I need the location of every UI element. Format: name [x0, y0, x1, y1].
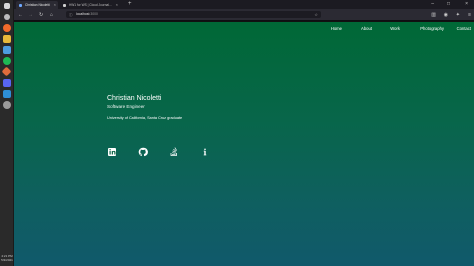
browser-tabstrip: Christian Nicoletti × HW1 for WS | Cloud… — [14, 0, 474, 9]
app-icon[interactable] — [3, 46, 11, 54]
nav-work[interactable]: Work — [390, 26, 400, 31]
forward-icon[interactable]: → — [28, 11, 33, 19]
minimize-icon[interactable]: – — [431, 0, 434, 9]
firefox-icon[interactable] — [3, 24, 11, 32]
extension-icon[interactable]: ✦ — [456, 11, 460, 19]
hero-role: Software Engineer — [107, 104, 145, 109]
new-tab-icon[interactable]: + — [128, 0, 132, 9]
maximize-icon[interactable]: □ — [447, 0, 450, 9]
tab-label: HW1 for WS | Cloud Journal... — [69, 3, 112, 7]
close-tab-icon[interactable]: × — [54, 1, 56, 9]
home-icon[interactable]: ⌂ — [50, 11, 53, 19]
url-bar[interactable]: ⓘ localhost:3000 ☆ — [66, 11, 321, 18]
tab-label: Christian Nicoletti — [25, 3, 50, 7]
library-icon[interactable]: ▥ — [431, 11, 436, 19]
nav-about[interactable]: About — [361, 26, 372, 31]
url-text[interactable]: localhost:3000 — [76, 11, 98, 18]
os-taskbar: 4:21 PM 5/3/2021 — [0, 0, 14, 266]
nav-home[interactable]: Home — [331, 26, 342, 31]
close-window-icon[interactable]: × — [465, 0, 468, 9]
settings-icon[interactable] — [3, 101, 11, 109]
hero-education: University of California, Santa Cruz gra… — [107, 116, 183, 120]
reload-icon[interactable]: ↻ — [39, 11, 43, 19]
search-icon[interactable] — [4, 14, 10, 20]
favicon-icon — [19, 3, 22, 7]
taskbar-date: 5/3/2021 — [1, 258, 13, 262]
vscode-icon[interactable] — [3, 90, 11, 98]
menu-icon[interactable]: ≡ — [468, 11, 471, 19]
nav-contact[interactable]: Contact — [457, 26, 471, 31]
close-tab-icon[interactable]: × — [116, 1, 118, 9]
github-icon[interactable] — [138, 147, 148, 157]
page-info-icon[interactable]: ⓘ — [69, 13, 73, 18]
info-icon[interactable] — [200, 147, 210, 157]
stackoverflow-icon[interactable] — [169, 147, 179, 157]
nav-photography[interactable]: Photography — [420, 26, 444, 31]
spotify-icon[interactable] — [3, 57, 11, 65]
hero-section: Christian Nicoletti Software Engineer Un… — [107, 94, 182, 121]
hero-name: Christian Nicoletti — [107, 95, 162, 102]
favicon-icon — [63, 3, 66, 7]
bookmark-star-icon[interactable]: ☆ — [314, 11, 318, 18]
back-icon[interactable]: ← — [18, 11, 23, 19]
browser-toolbar: ← → ↻ ⌂ ⓘ localhost:3000 ☆ ▥ ◉ ✦ ≡ — [14, 9, 474, 21]
page-viewport: Home About Work Photography Contact Chri… — [14, 22, 474, 266]
folder-icon[interactable] — [3, 35, 11, 43]
linkedin-icon[interactable] — [107, 147, 117, 157]
tab-active[interactable]: Christian Nicoletti × — [16, 1, 58, 9]
tab-inactive[interactable]: HW1 for WS | Cloud Journal... × — [60, 1, 120, 9]
account-icon[interactable]: ◉ — [444, 11, 448, 19]
git-icon[interactable] — [1, 66, 12, 77]
discord-icon[interactable] — [3, 79, 11, 87]
start-icon[interactable] — [4, 3, 10, 9]
